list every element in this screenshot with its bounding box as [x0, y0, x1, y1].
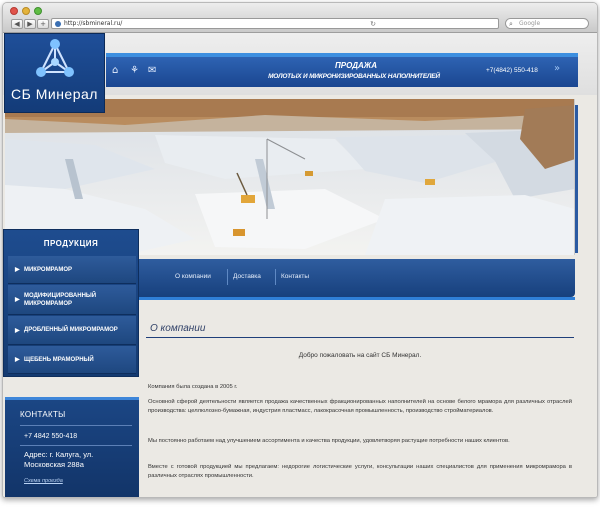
content-paragraph: Компания была создана в 2005 г. [148, 384, 238, 390]
products-sidebar: ПРОДУКЦИЯ ▶ МИКРОМРАМОР ▶ МОДИФИЦИРОВАНН… [3, 229, 139, 377]
content-paragraph: Основной сферой деятельности является пр… [148, 399, 572, 414]
content-paragraph: Вместе с готовой продукцией мы предлагае… [148, 464, 572, 479]
sidebar-title: ПРОДУКЦИЯ [43, 239, 99, 248]
sidebar-item-label: ЩЕБЕНЬ МРАМОРНЫЙ [24, 356, 94, 363]
sidebar-item-label: МИКРОМРАМОР [24, 266, 73, 273]
nav-item-delivery[interactable]: Доставка [233, 273, 261, 280]
route-map-link[interactable]: Схема проезда [24, 478, 63, 484]
sidebar-item-label: ДРОБЛЕННЫЙ МИКРОМРАМОР [24, 327, 118, 333]
close-window-button[interactable] [10, 7, 18, 15]
web-page: ⌂ ⚘ ✉ ПРОДАЖА МОЛОТЫХ И МИКРОНИЗИРОВАННЫ… [3, 33, 597, 497]
back-button[interactable]: ◀ [11, 19, 23, 29]
divider [20, 445, 132, 446]
header-phone: +7(4842) 550-418 [486, 67, 538, 74]
add-bookmark-button[interactable]: + [37, 19, 49, 29]
title-rule [146, 337, 574, 338]
arrow-right-icon: ▶ [15, 296, 20, 303]
sidebar-item-modified-micromarble[interactable]: ▶ МОДИФИЦИРОВАННЫЙ МИКРОМРАМОР [8, 285, 136, 315]
home-icon[interactable]: ⌂ [112, 65, 118, 76]
molecule-logo-icon [36, 39, 74, 77]
arrow-right-icon: ▶ [15, 267, 20, 273]
reload-icon[interactable]: ↻ [370, 19, 376, 29]
sidebar-item-crushed-micromarble[interactable]: ▶ ДРОБЛЕННЫЙ МИКРОМРАМОР [8, 316, 136, 345]
sitemap-icon[interactable]: ⚘ [130, 65, 139, 76]
arrow-right-icon: ▶ [15, 327, 20, 334]
logo-text: СБ Минерал [11, 86, 98, 102]
browser-toolbar: ◀ ▶ + http://sbmineral.ru/ ↻ ⌕ Google [3, 3, 597, 33]
top-navigation: О компании Доставка Контакты [139, 259, 575, 297]
url-text: http://sbmineral.ru/ [64, 20, 123, 27]
browser-window: ◀ ▶ + http://sbmineral.ru/ ↻ ⌕ Google ⌂ … [2, 2, 598, 498]
page-title: О компании [150, 323, 206, 334]
contacts-address: Адрес: г. Калуга, ул. Московская 288а [24, 450, 94, 469]
slogan-subtitle: МОЛОТЫХ И МИКРОНИЗИРОВАННЫХ НАПОЛНИТЕЛЕЙ [268, 73, 440, 80]
favicon-icon [55, 21, 61, 27]
nav-separator [227, 269, 228, 285]
mail-icon[interactable]: ✉ [148, 65, 156, 76]
forward-button[interactable]: ▶ [24, 19, 36, 29]
nav-item-contacts[interactable]: Контакты [281, 273, 309, 280]
welcome-text: Добро пожаловать на сайт СБ Минерал. [298, 352, 422, 359]
minimize-window-button[interactable] [22, 7, 30, 15]
content-paragraph: Мы постоянно работаем над улучшением асс… [148, 438, 510, 444]
arrow-right-icon: ▶ [15, 357, 20, 363]
address-bar[interactable]: http://sbmineral.ru/ ↻ [51, 18, 499, 29]
slogan-title: ПРОДАЖА [335, 61, 377, 70]
photo-edge-accent [575, 105, 578, 253]
site-logo[interactable]: СБ Минерал [4, 33, 105, 113]
search-icon: ⌕ [509, 20, 513, 28]
sidebar-item-label: МОДИФИЦИРОВАННЫЙ МИКРОМРАМОР [24, 292, 97, 307]
divider [20, 425, 132, 426]
nav-underline [139, 297, 575, 300]
nav-item-about[interactable]: О компании [175, 273, 211, 280]
contacts-title: КОНТАКТЫ [20, 410, 66, 419]
sidebar-item-micromarble[interactable]: ▶ МИКРОМРАМОР [8, 256, 136, 284]
nav-separator [275, 269, 276, 285]
maximize-window-button[interactable] [34, 7, 42, 15]
sidebar-item-marble-gravel[interactable]: ▶ ЩЕБЕНЬ МРАМОРНЫЙ [8, 346, 136, 374]
search-field[interactable]: ⌕ Google [505, 18, 589, 29]
contacts-phone: +7 4842 550-418 [24, 433, 78, 440]
header-banner: ⌂ ⚘ ✉ ПРОДАЖА МОЛОТЫХ И МИКРОНИЗИРОВАННЫ… [106, 53, 578, 87]
search-placeholder: Google [519, 20, 541, 27]
contacts-panel: КОНТАКТЫ +7 4842 550-418 Адрес: г. Калуг… [5, 397, 139, 497]
chevron-right-icon: » [554, 63, 561, 74]
